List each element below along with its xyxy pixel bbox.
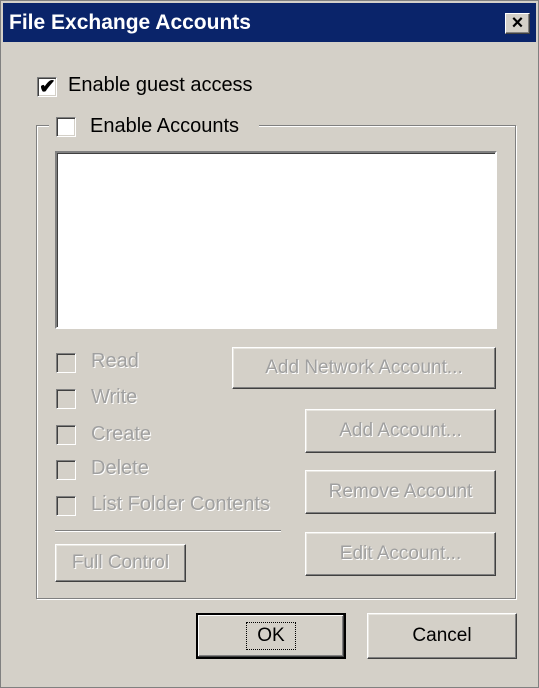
ok-button[interactable]: OK xyxy=(196,613,346,659)
read-label: Read xyxy=(91,350,139,372)
list-folder-contents-checkbox[interactable] xyxy=(56,496,76,516)
close-icon: × xyxy=(511,12,524,34)
dialog-window: File Exchange Accounts × ✔ Enable guest … xyxy=(0,0,539,688)
window-title: File Exchange Accounts xyxy=(9,11,251,34)
permissions-separator xyxy=(55,530,281,532)
enable-accounts-checkbox[interactable] xyxy=(56,117,76,137)
close-button[interactable]: × xyxy=(505,13,530,34)
cancel-button[interactable]: Cancel xyxy=(367,613,517,659)
read-checkbox[interactable] xyxy=(56,353,76,373)
accounts-list[interactable] xyxy=(55,151,497,329)
edit-account-button[interactable]: Edit Account... xyxy=(305,532,496,576)
remove-account-button[interactable]: Remove Account xyxy=(305,470,496,514)
create-label: Create xyxy=(91,423,152,445)
check-icon: ✔ xyxy=(39,76,56,98)
guest-access-label[interactable]: Enable guest access xyxy=(68,74,253,97)
add-account-button[interactable]: Add Account... xyxy=(305,409,496,453)
full-control-button[interactable]: Full Control xyxy=(55,544,186,582)
delete-label: Delete xyxy=(91,457,149,479)
write-checkbox[interactable] xyxy=(56,389,76,409)
list-folder-contents-label: List Folder Contents xyxy=(91,493,270,515)
enable-accounts-label[interactable]: Enable Accounts xyxy=(90,115,239,138)
create-checkbox[interactable] xyxy=(56,425,76,445)
add-network-account-button[interactable]: Add Network Account... xyxy=(232,347,496,389)
delete-checkbox[interactable] xyxy=(56,460,76,480)
guest-access-checkbox[interactable]: ✔ xyxy=(37,76,57,98)
write-label: Write xyxy=(91,386,138,408)
ok-button-label: OK xyxy=(246,622,296,650)
title-bar[interactable]: File Exchange Accounts × xyxy=(3,3,536,42)
